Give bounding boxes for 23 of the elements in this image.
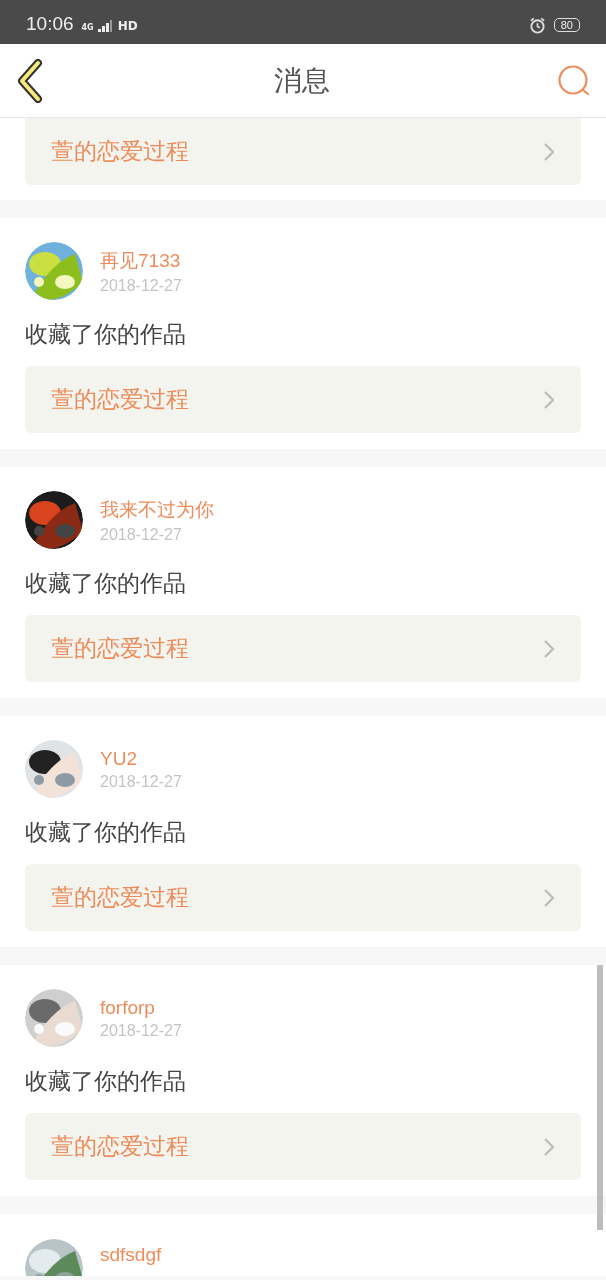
user-name: 再见7133 [100,248,182,273]
call-quality-label: HD [117,19,138,33]
message-text: 收藏了你的作品 [25,320,187,349]
network-type: 4G [81,23,94,32]
user-name: sdfsdgf [100,1244,162,1266]
work-link[interactable]: 萱的恋爱过程 [25,366,581,433]
message-text: 收藏了你的作品 [25,569,187,598]
message-date: 2018-12-27 [100,772,182,791]
message-date: 2018-12-27 [100,276,182,295]
work-link[interactable]: 萱的恋爱过程 [25,118,581,185]
message-text: 收藏了你的作品 [25,1067,187,1096]
page-title: 消息 [273,62,330,99]
user-name: 我来不过为你 [100,497,214,522]
work-link[interactable]: 萱的恋爱过程 [25,1113,581,1180]
user-name: YU2 [100,747,138,770]
message-date: 2018-12-27 [100,1021,182,1040]
message-date: 2018-12-27 [100,525,183,544]
user-name: forforp [100,996,156,1019]
battery-level: 80 [553,18,580,32]
work-link[interactable]: 萱的恋爱过程 [25,615,581,682]
clock-time: 10:06 [26,13,74,35]
message-text: 收藏了你的作品 [25,818,187,847]
work-link[interactable]: 萱的恋爱过程 [25,864,581,931]
